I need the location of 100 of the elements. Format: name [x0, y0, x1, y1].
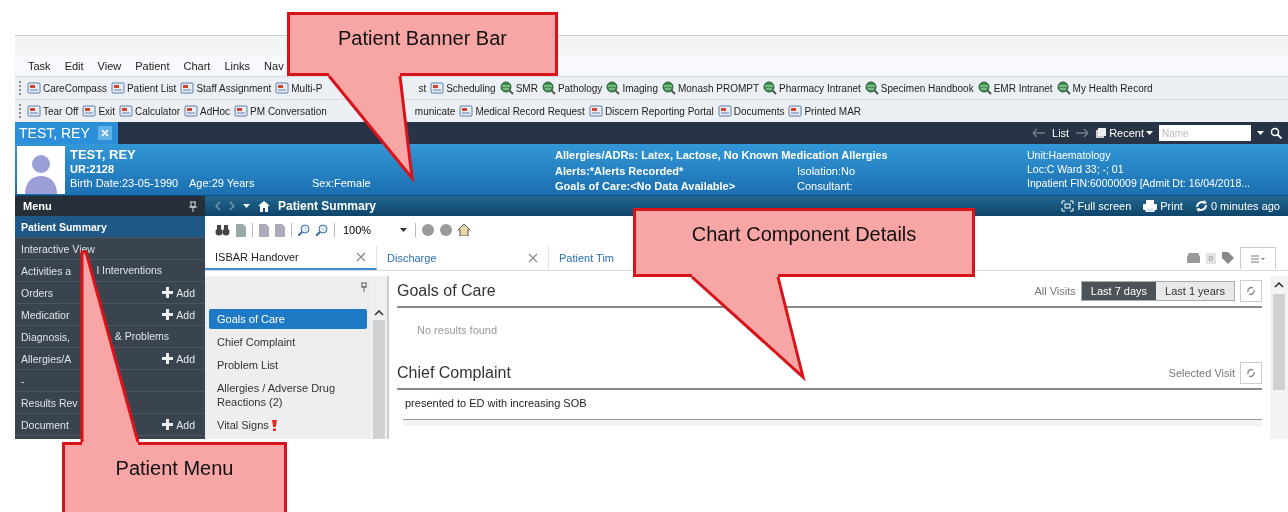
header-action[interactable]: Full screen	[1061, 200, 1132, 212]
pages-icon[interactable]	[1095, 127, 1108, 139]
refresh-button[interactable]	[1240, 362, 1262, 384]
header-action[interactable]: 0 minutes ago	[1194, 200, 1280, 212]
menu-item-label[interactable]: Orders	[21, 286, 54, 299]
binoculars-icon[interactable]	[215, 224, 230, 236]
header-action[interactable]: Print	[1143, 200, 1183, 212]
menu-bar-item[interactable]: Edit	[57, 59, 91, 72]
menu-item-label[interactable]: & Problems	[114, 330, 170, 342]
menu-bar-item[interactable]: Patient	[128, 59, 177, 72]
menu-item-label[interactable]: Allergies/A	[21, 352, 72, 365]
toolbar-button[interactable]: EMR Intranet	[977, 81, 1053, 95]
toolbar-button[interactable]: Patient List	[110, 81, 177, 95]
toolbar-button[interactable]: PM Conversation	[234, 104, 327, 118]
toolbar-button[interactable]: Monash PROMPT	[661, 81, 760, 95]
plus-icon[interactable]	[162, 353, 174, 364]
back-icon[interactable]	[215, 201, 221, 211]
section-link[interactable]: Goals of Care	[209, 309, 367, 329]
add-button[interactable]: Add	[162, 418, 195, 431]
menu-item-label[interactable]: Activities a	[21, 264, 72, 277]
toolbar-button[interactable]: CareCompass	[27, 81, 107, 95]
refresh-icon[interactable]	[1246, 368, 1256, 378]
menu-bar-item[interactable]: Links	[217, 59, 258, 72]
menu-bar-item[interactable]: Task	[21, 59, 58, 72]
section-link[interactable]: Allergies / Adverse Drug Reactions (2)	[209, 378, 367, 412]
menu-item[interactable]: Patient Summary	[15, 216, 205, 238]
menu-icon[interactable]	[1251, 254, 1265, 263]
toolbar-button[interactable]: Specimen Handbook	[864, 81, 974, 95]
toolbar-button[interactable]: Pharmacy Intranet	[763, 81, 861, 95]
recent-button[interactable]: Recent	[1095, 127, 1153, 139]
menu-item-label[interactable]: Document	[21, 418, 69, 431]
menu-item-label[interactable]: Results Rev	[21, 396, 78, 409]
document-icon[interactable]	[259, 223, 269, 237]
menu-button[interactable]	[1240, 247, 1276, 269]
menu-bar-item[interactable]: View	[90, 59, 129, 72]
toolbar-button[interactable]: Multi-P	[275, 81, 323, 95]
toolbar-button[interactable]: Pathology	[541, 81, 603, 95]
home-icon[interactable]	[458, 224, 470, 236]
section-link[interactable]: Vital Signs	[209, 415, 367, 435]
zoom-in-icon[interactable]	[316, 224, 328, 236]
forward-arrow-icon[interactable]	[1075, 128, 1090, 138]
caret-icon[interactable]	[1146, 131, 1153, 135]
menu-item-label[interactable]: Diagnosis,	[21, 330, 71, 343]
caret-icon[interactable]	[243, 204, 250, 208]
name-search-field[interactable]: Name	[1159, 125, 1251, 141]
toolbar-button[interactable]: My Health Record	[1056, 81, 1153, 95]
pin-icon[interactable]	[361, 282, 367, 292]
inbox-icon[interactable]	[1186, 253, 1200, 263]
add-button[interactable]: Add	[162, 286, 195, 299]
toolbar-button[interactable]: Medical Record Request	[459, 104, 585, 118]
plus-icon[interactable]	[162, 419, 174, 430]
toolbar-button[interactable]: Staff Assignment	[180, 81, 272, 95]
menu-item-label[interactable]: Medicatior	[21, 308, 70, 321]
scroll-up-icon[interactable]	[1274, 282, 1284, 288]
scroll-up-icon[interactable]	[374, 310, 384, 316]
caret-icon[interactable]	[1257, 131, 1264, 135]
filter-button[interactable]: Last 1 years	[1156, 282, 1234, 300]
circle-icon[interactable]	[422, 224, 434, 236]
toolbar-button[interactable]: Discern Reporting Portal	[588, 104, 714, 118]
chart-tab[interactable]: ISBAR Handover	[205, 246, 377, 270]
plus-icon[interactable]	[162, 287, 174, 298]
menu-item-label[interactable]: Patient Summary	[21, 220, 107, 233]
toolbar-button[interactable]: Documents	[717, 104, 785, 118]
tag-icon[interactable]	[1222, 252, 1234, 264]
close-button[interactable]	[97, 126, 112, 140]
document-icon[interactable]	[275, 223, 285, 237]
toolbar-button[interactable]: st	[418, 82, 427, 94]
toolbar-button[interactable]: Scheduling	[430, 81, 496, 95]
scrollbar-thumb[interactable]	[373, 320, 385, 439]
add-button[interactable]: Add	[162, 308, 195, 321]
toolbar-button[interactable]: Calculator	[119, 104, 181, 118]
toolbar-button[interactable]: Exit	[82, 104, 116, 118]
circle-icon[interactable]	[440, 224, 452, 236]
plus-icon[interactable]	[162, 309, 174, 320]
filter-button[interactable]: Last 7 days	[1081, 282, 1157, 300]
refresh-icon[interactable]	[1246, 286, 1256, 296]
list-link[interactable]: List	[1052, 127, 1070, 139]
search-icon[interactable]	[1270, 127, 1282, 139]
menu-bar-item[interactable]: Chart	[176, 59, 218, 72]
section-link[interactable]: Problem List	[209, 355, 367, 375]
document-icon[interactable]	[236, 223, 246, 237]
add-button[interactable]: Add	[162, 352, 195, 365]
menu-item-label[interactable]: l Interventions	[96, 264, 163, 276]
forward-icon[interactable]	[229, 201, 235, 211]
close-icon[interactable]	[356, 252, 366, 262]
toolbar-button[interactable]: SMR	[499, 81, 538, 95]
home-icon[interactable]	[258, 200, 270, 212]
back-arrow-icon[interactable]	[1032, 128, 1046, 138]
toolbar-button[interactable]: Imaging	[606, 81, 658, 95]
menu-item-label[interactable]: -	[21, 374, 25, 387]
toolbar-button[interactable]: municate	[414, 105, 456, 117]
scrollbar-thumb[interactable]	[1273, 294, 1285, 390]
toolbar-button[interactable]: Printed MAR	[788, 104, 862, 118]
refresh-button[interactable]	[1240, 280, 1262, 302]
caret-icon[interactable]	[400, 228, 407, 232]
toolbar-button[interactable]: AdHoc	[184, 104, 231, 118]
zoom-out-icon[interactable]	[298, 224, 310, 236]
section-link[interactable]: Chief Complaint	[209, 332, 367, 352]
toolbar-button[interactable]: Tear Off	[27, 104, 79, 118]
close-icon[interactable]	[528, 253, 538, 263]
